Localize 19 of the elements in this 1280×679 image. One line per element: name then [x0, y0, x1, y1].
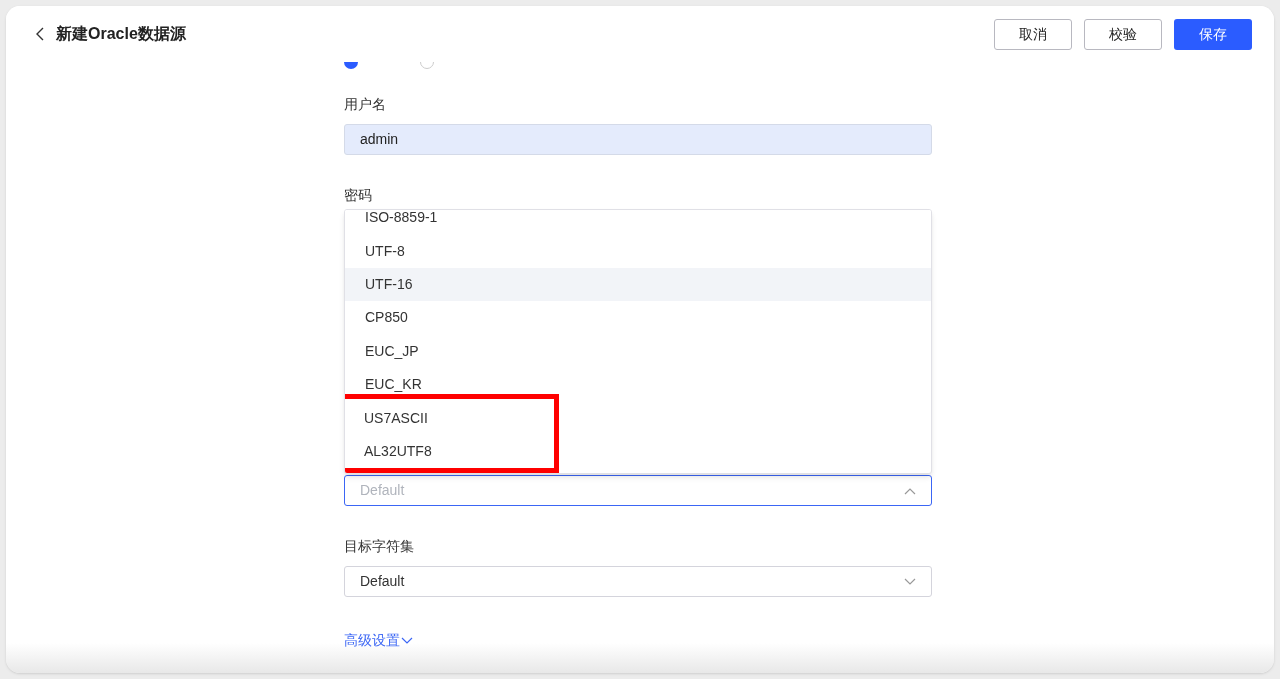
placeholder-text: Default — [360, 481, 405, 500]
advanced-settings-link[interactable]: 高级设置 — [344, 630, 413, 651]
dropdown-option[interactable]: CP850 — [345, 301, 931, 335]
dropdown-option[interactable]: EUC_KR — [345, 367, 931, 402]
select-value: Default — [360, 572, 405, 591]
field-label: 密码 — [344, 186, 373, 205]
dropdown-option[interactable]: EUC_JP — [345, 334, 931, 368]
save-button[interactable]: 保存 — [1174, 18, 1252, 50]
action-button[interactable]: 校验 — [1084, 18, 1162, 50]
dropdown-option[interactable]: ISO-8859-1 — [345, 210, 931, 235]
action-button[interactable]: 取消 — [994, 18, 1072, 50]
username-field[interactable]: admin — [344, 124, 932, 155]
field-label: 目标字符集 — [344, 537, 415, 556]
dropdown-option[interactable]: UTF-16 — [345, 267, 931, 302]
field-label: 用户名 — [344, 95, 387, 114]
back-icon[interactable] — [36, 27, 44, 41]
target-charset-select[interactable]: Default — [344, 566, 932, 597]
page-title: 新建Oracle数据源 — [56, 24, 186, 44]
dropdown-option[interactable]: UTF-8 — [345, 234, 931, 268]
